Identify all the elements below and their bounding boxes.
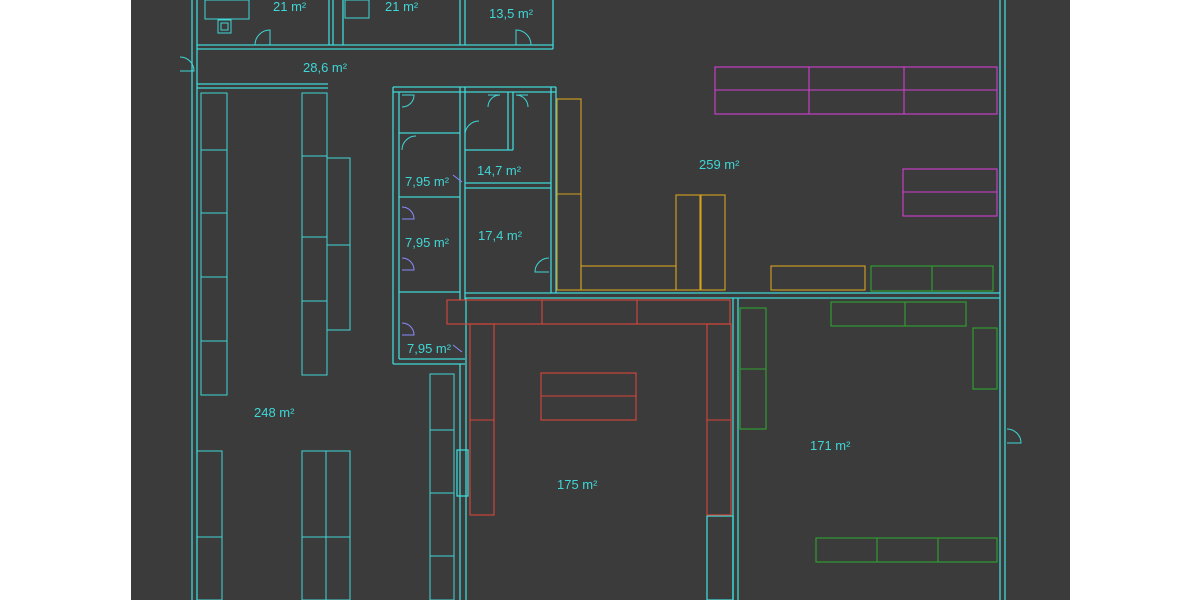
door-r-2 xyxy=(534,257,550,273)
door-cell-2 xyxy=(401,206,415,220)
door-right-exterior xyxy=(1006,428,1022,444)
cabinet-top-mid xyxy=(344,0,370,19)
room-area-label: 7,95 m² xyxy=(407,341,452,356)
door-r-1 xyxy=(464,120,480,136)
door-cell-1 xyxy=(401,135,417,151)
room-area-label: 248 m² xyxy=(254,405,295,420)
room-area-label: 21 m² xyxy=(273,0,307,14)
room-area-label: 13,5 m² xyxy=(489,6,534,21)
orange-shelf-right xyxy=(770,265,866,291)
floor-plan-canvas: 21 m² 21 m² 13,5 m² 28,6 m² 259 m² 14,7 … xyxy=(131,0,1070,600)
orange-shelf-mid-1 xyxy=(675,194,701,291)
room-area-label: 171 m² xyxy=(810,438,851,453)
room-area-label: 21 m² xyxy=(385,0,419,14)
floor-plan: 21 m² 21 m² 13,5 m² 28,6 m² 259 m² 14,7 … xyxy=(179,0,1022,600)
room-area-label: 14,7 m² xyxy=(477,163,522,178)
door-top-2 xyxy=(515,29,532,46)
room-area-label: 7,95 m² xyxy=(405,174,450,189)
orange-shelf-bottom xyxy=(580,265,677,291)
room-area-label: 175 m² xyxy=(557,477,598,492)
green-shelf-bottom xyxy=(815,537,998,563)
green-shelf-right xyxy=(972,327,998,390)
door-mid-1 xyxy=(401,94,415,108)
room-area-label: 17,4 m² xyxy=(478,228,523,243)
door-cell-4 xyxy=(401,322,415,336)
shelf-bottom-left xyxy=(196,450,223,600)
area-labels: 21 m² 21 m² 13,5 m² 28,6 m² 259 m² 14,7 … xyxy=(254,0,851,492)
door-mid-3 xyxy=(515,94,529,108)
sink-top-left xyxy=(217,19,232,34)
desk-top-left xyxy=(204,0,250,20)
shelf-center-tall xyxy=(301,92,328,376)
shelf-left-tall xyxy=(200,92,228,396)
room-area-label: 28,6 m² xyxy=(303,60,348,75)
fixtures-259 xyxy=(556,66,998,292)
door-cell-3 xyxy=(401,257,415,271)
sink-inner xyxy=(220,22,229,31)
door-mid-2 xyxy=(487,94,501,108)
room-area-label: 259 m² xyxy=(699,157,740,172)
fixtures-171 xyxy=(739,301,998,563)
shelf-bottom-right xyxy=(429,373,455,600)
door-top-1 xyxy=(254,29,271,46)
green-shelf-top xyxy=(830,301,967,327)
wall-175-niche xyxy=(706,515,734,600)
shelf-center-side xyxy=(326,157,351,331)
orange-shelf-mid-2 xyxy=(700,194,726,291)
room-area-label: 7,95 m² xyxy=(405,235,450,250)
red-shelf-top xyxy=(446,299,731,325)
